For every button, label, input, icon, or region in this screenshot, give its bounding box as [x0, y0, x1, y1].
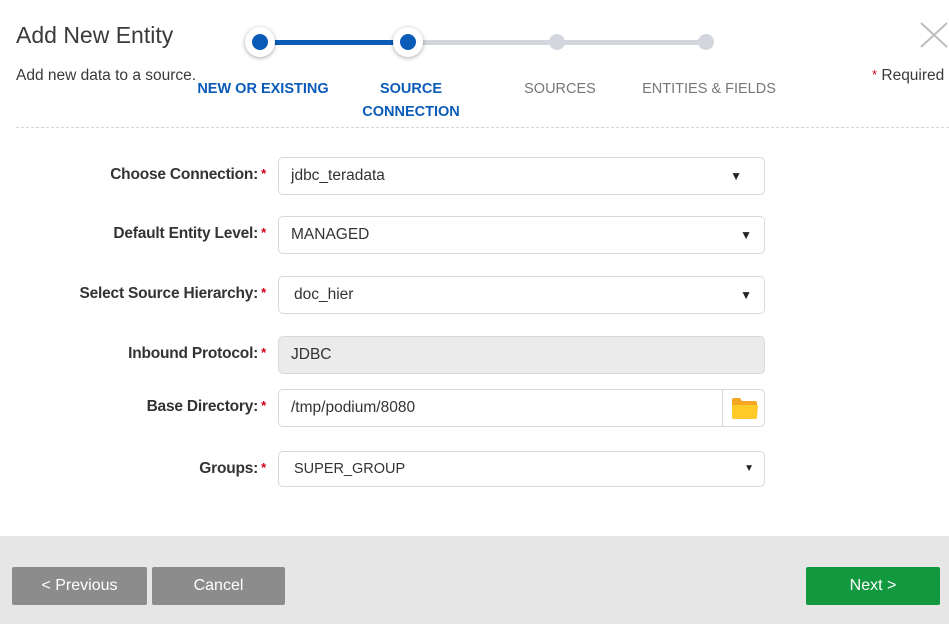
source-hierarchy-label: Select Source Hierarchy: * [79, 285, 266, 302]
folder-icon [732, 398, 758, 419]
step-4-label: ENTITIES & FIELDS [634, 78, 784, 101]
step-4-marker [698, 34, 714, 50]
form-row-entity-level: Default Entity Level: * MANAGED ▼ [0, 216, 949, 254]
dialog-footer: < Previous Cancel Next > [0, 536, 949, 624]
groups-label: Groups: * [199, 460, 266, 477]
inbound-protocol-label: Inbound Protocol: * [128, 345, 266, 362]
step-2-label[interactable]: SOURCE CONNECTION [336, 78, 486, 124]
step-3-label: SOURCES [485, 78, 635, 101]
step-2-marker[interactable] [393, 27, 423, 57]
entity-level-label: Default Entity Level: * [113, 225, 266, 242]
previous-button[interactable]: < Previous [12, 567, 147, 605]
step-1-label[interactable]: NEW OR EXISTING [188, 78, 338, 101]
connection-select-value: jdbc_teradata [291, 167, 385, 184]
required-star: * [261, 460, 266, 475]
required-star: * [261, 225, 266, 240]
entity-level-select-value: MANAGED [291, 226, 370, 243]
connection-label: Choose Connection: * [110, 166, 266, 183]
step-2-label-line1: SOURCE [379, 81, 443, 97]
groups-select-value: SUPER_GROUP [294, 461, 406, 477]
base-directory-value: /tmp/podium/8080 [291, 399, 416, 416]
caret-down-icon: ▼ [740, 288, 752, 302]
form-row-base-directory: Base Directory: * /tmp/podium/8080 [0, 389, 949, 427]
caret-down-icon: ▼ [744, 463, 754, 474]
inbound-protocol-field: JDBC [278, 336, 765, 374]
form-row-inbound-protocol: Inbound Protocol: * JDBC [0, 336, 949, 374]
groups-select[interactable]: SUPER_GROUP ▼ [278, 451, 765, 487]
form-row-connection: Choose Connection: * jdbc_teradata ▼ [0, 157, 949, 195]
caret-down-icon: ▼ [730, 169, 742, 183]
source-hierarchy-select-value: doc_hier [294, 286, 354, 303]
base-directory-label: Base Directory: * [146, 398, 267, 415]
step-1-label-text: NEW OR EXISTING [197, 81, 329, 97]
caret-down-icon: ▼ [740, 228, 752, 242]
required-star: * [261, 398, 266, 413]
inbound-protocol-value: JDBC [291, 346, 332, 363]
next-button[interactable]: Next > [806, 567, 940, 605]
step-4-label-text: ENTITIES & FIELDS [642, 81, 776, 97]
stepper-progress-line-complete [260, 40, 408, 45]
header-divider [16, 127, 949, 128]
required-star: * [261, 285, 266, 300]
step-1-marker[interactable] [245, 27, 275, 57]
wizard-stepper: NEW OR EXISTING SOURCE CONNECTION SOURCE… [0, 0, 949, 130]
browse-folder-button[interactable] [722, 389, 765, 427]
entity-level-select[interactable]: MANAGED ▼ [278, 216, 765, 254]
step-3-label-text: SOURCES [524, 81, 596, 97]
form-row-groups: Groups: * SUPER_GROUP ▼ [0, 451, 949, 489]
form-row-source-hierarchy: Select Source Hierarchy: * doc_hier ▼ [0, 276, 949, 314]
connection-select[interactable]: jdbc_teradata ▼ [278, 157, 765, 195]
step-2-label-line2: CONNECTION [362, 104, 460, 120]
cancel-button[interactable]: Cancel [152, 567, 285, 605]
required-star: * [261, 345, 266, 360]
source-hierarchy-select[interactable]: doc_hier ▼ [278, 276, 765, 314]
base-directory-input[interactable]: /tmp/podium/8080 [278, 389, 723, 427]
step-3-marker [549, 34, 565, 50]
required-star: * [261, 166, 266, 181]
